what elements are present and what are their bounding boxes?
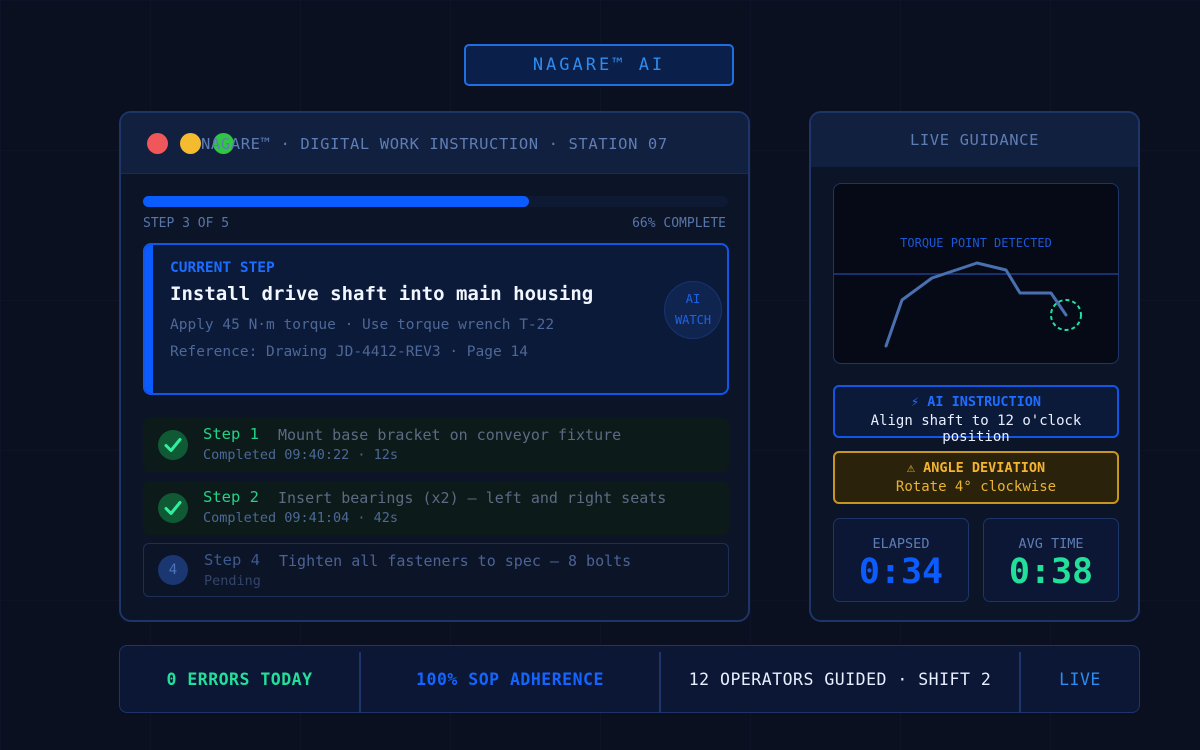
step-progress-fill — [143, 196, 530, 207]
camera-feed: TORQUE POINT DETECTED — [833, 183, 1119, 364]
window-titlebar: NAGARE™ · DIGITAL WORK INSTRUCTION · STA… — [121, 113, 748, 174]
step-row-2[interactable]: Step 2 Insert bearings (x2) — left and r… — [143, 481, 729, 535]
elapsed-value: 0:34 — [858, 552, 944, 592]
ai-instruction-card: ⚡ AI INSTRUCTION Align shaft to 12 o'clo… — [833, 385, 1119, 445]
brand-badge: NAGARE™ AI — [464, 44, 734, 86]
step-description: Tighten all fasteners to spec — 8 bolts — [279, 552, 632, 570]
angle-deviation-text: Rotate 4° clockwise — [895, 479, 1057, 495]
elapsed-label: ELAPSED — [872, 536, 930, 552]
window-title: NAGARE™ · DIGITAL WORK INSTRUCTION · STA… — [201, 135, 668, 153]
step-row-4[interactable]: 4 Step 4 Tighten all fasteners to spec —… — [143, 543, 729, 597]
brand-label: NAGARE™ AI — [532, 55, 666, 75]
live-guidance-title: LIVE GUIDANCE — [909, 131, 1040, 149]
ai-instruction-title: ⚡ AI INSTRUCTION — [910, 394, 1042, 410]
operators-guided-stat: 12 OPERATORS GUIDED · SHIFT 2 — [688, 669, 992, 689]
step-name: Step 4 — [204, 551, 260, 569]
ai-instruction-text: Align shaft to 12 o'clock position — [870, 413, 1082, 445]
avg-time-metric: AVG TIME 0:38 — [983, 518, 1119, 602]
step-name: Step 1 — [203, 425, 259, 443]
percent-complete: 66% COMPLETE — [632, 216, 726, 231]
torque-detection-label: TORQUE POINT DETECTED — [900, 236, 1052, 250]
current-step-title: Install drive shaft into main housing — [170, 283, 594, 305]
current-step-card[interactable]: CURRENT STEP Install drive shaft into ma… — [143, 243, 729, 395]
step-status: Completed 09:40:22 · 12s — [203, 447, 399, 463]
check-icon — [158, 430, 188, 460]
step-progress-bar — [143, 196, 728, 207]
minimize-window-button[interactable] — [180, 133, 201, 154]
avg-time-label: AVG TIME — [1018, 536, 1084, 552]
sop-adherence-stat: 100% SOP ADHERENCE — [416, 669, 604, 689]
angle-deviation-title: ⚠ ANGLE DEVIATION — [906, 460, 1046, 476]
work-instruction-window: NAGARE™ · DIGITAL WORK INSTRUCTION · STA… — [119, 111, 750, 622]
live-guidance-header: LIVE GUIDANCE — [811, 113, 1138, 167]
step-description: Mount base bracket on conveyor fixture — [278, 426, 622, 444]
current-step-instruction: Apply 45 N·m torque · Use torque wrench … — [170, 317, 555, 333]
current-step-label: CURRENT STEP — [170, 260, 275, 276]
live-guidance-panel: LIVE GUIDANCE TORQUE POINT DETECTED ⚡ AI… — [809, 111, 1140, 622]
step-counter: STEP 3 OF 5 — [143, 216, 230, 231]
step-description: Insert bearings (x2) — left and right se… — [278, 489, 667, 507]
errors-today-stat: 0 ERRORS TODAY — [166, 669, 313, 689]
ai-watch-indicator: AI WATCH — [664, 281, 722, 339]
angle-deviation-card: ⚠ ANGLE DEVIATION Rotate 4° clockwise — [833, 451, 1119, 504]
current-step-reference: Reference: Drawing JD-4412-REV3 · Page 1… — [170, 344, 528, 360]
live-indicator[interactable]: LIVE — [1021, 646, 1139, 712]
step-status: Completed 09:41:04 · 42s — [203, 510, 399, 526]
ai-watch-line2: WATCH — [674, 313, 712, 327]
close-window-button[interactable] — [147, 133, 168, 154]
current-step-accent — [145, 245, 153, 393]
elapsed-metric: ELAPSED 0:34 — [833, 518, 969, 602]
step-status: Pending — [204, 573, 261, 589]
step-row-1[interactable]: Step 1 Mount base bracket on conveyor fi… — [143, 418, 729, 472]
avg-time-value: 0:38 — [1008, 552, 1094, 592]
check-icon — [158, 493, 188, 523]
torque-trace-graphic — [834, 261, 1118, 348]
step-name: Step 2 — [203, 488, 259, 506]
step-number-badge: 4 — [158, 555, 188, 585]
status-bar: 0 ERRORS TODAY 100% SOP ADHERENCE 12 OPE… — [119, 645, 1140, 713]
ai-watch-line1: AI — [685, 292, 701, 306]
